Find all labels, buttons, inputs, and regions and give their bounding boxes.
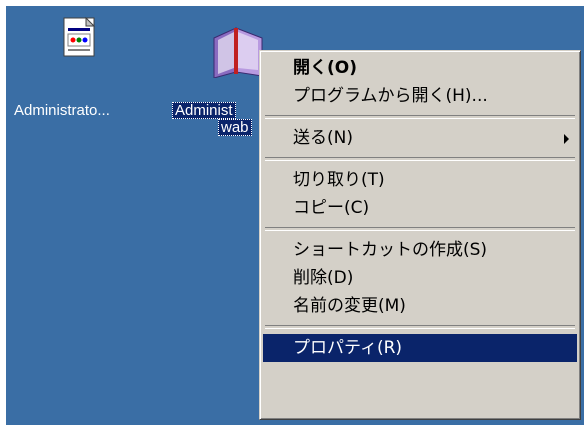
menu-item-rename[interactable]: 名前の変更(M) <box>263 292 577 320</box>
menu-separator <box>265 325 575 329</box>
desktop: Administrato... Administ wab 開く(O) プログラム… <box>6 6 584 425</box>
submenu-arrow-icon <box>564 134 569 144</box>
menu-separator <box>265 227 575 231</box>
icon-label-administrator: Administrato... <box>14 102 110 119</box>
menu-item-create-shortcut[interactable]: ショートカットの作成(S) <box>263 236 577 264</box>
context-menu: 開く(O) プログラムから開く(H)... 送る(N) 切り取り(T) コピー(… <box>259 50 581 420</box>
icon-label-address-book-line1: Administ <box>172 102 236 119</box>
document-icon <box>63 16 96 57</box>
menu-item-cut[interactable]: 切り取り(T) <box>263 166 577 194</box>
address-book-icon <box>213 27 263 78</box>
menu-item-open-with[interactable]: プログラムから開く(H)... <box>263 82 577 110</box>
menu-item-send-to-label: 送る(N) <box>293 128 353 148</box>
menu-separator <box>265 115 575 119</box>
menu-item-properties[interactable]: プロパティ(R) <box>263 334 577 362</box>
menu-item-send-to[interactable]: 送る(N) <box>263 124 577 152</box>
menu-item-delete[interactable]: 削除(D) <box>263 264 577 292</box>
menu-item-open[interactable]: 開く(O) <box>263 54 577 82</box>
menu-separator <box>265 157 575 161</box>
desktop-icon-administrator-file[interactable]: Administrato... <box>6 14 126 134</box>
icon-label-address-book-line2: wab <box>218 119 252 136</box>
menu-item-copy[interactable]: コピー(C) <box>263 194 577 222</box>
